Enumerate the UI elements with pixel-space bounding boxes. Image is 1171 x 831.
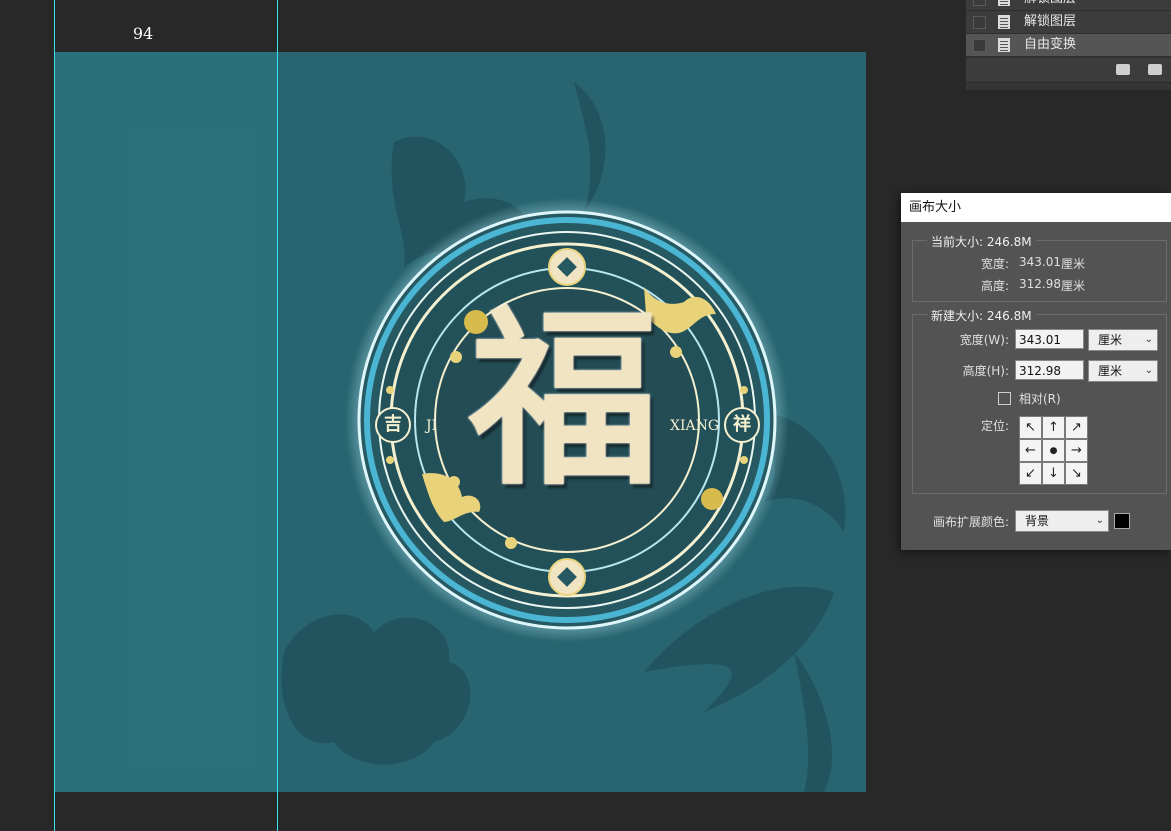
width-unit-select[interactable]: 厘米 ⌄ — [1088, 329, 1158, 351]
panel-resize-grip[interactable] — [966, 82, 1171, 90]
ji-text: JI — [426, 418, 438, 434]
history-item-label: 解锁图层 — [1024, 14, 1077, 29]
anchor-top[interactable]: ↑ — [1042, 416, 1065, 439]
ruler-readout: 94 — [132, 24, 154, 43]
extension-color-select[interactable]: 背景 ⌄ — [1015, 510, 1109, 532]
canvas-size-dialog: 画布大小 当前大小: 246.8M 宽度: 343.01 厘米 高度: 312.… — [901, 193, 1171, 550]
current-height-label: 高度: — [980, 279, 1009, 293]
history-item[interactable]: 解锁图层 — [966, 0, 1171, 11]
chevron-down-icon: ⌄ — [1144, 334, 1153, 345]
apple-bottom-right — [701, 488, 723, 510]
width-unit-value: 厘米 — [1098, 333, 1123, 347]
chevron-down-icon: ⌄ — [1095, 515, 1104, 526]
document-icon — [998, 38, 1010, 52]
cloud-silhouette — [281, 614, 471, 765]
current-size-label: 当前大小: 246.8M — [927, 233, 1036, 250]
extension-color-label: 画布扩展颜色: — [932, 515, 1009, 529]
anchor-grid: ↖ ↑ ↗ ← ● → ↙ ↓ ↘ — [1019, 416, 1088, 485]
snapshot-checkbox[interactable] — [973, 39, 986, 52]
anchor-bottom-right[interactable]: ↘ — [1065, 462, 1088, 485]
coin-top — [548, 248, 586, 286]
current-width-unit: 厘米 — [1061, 257, 1086, 271]
xiang-text: XIANG — [670, 418, 720, 434]
history-item-label: 自由变换 — [1024, 37, 1077, 52]
anchor-top-right[interactable]: ↗ — [1065, 416, 1088, 439]
current-width-label: 宽度: — [980, 257, 1009, 271]
current-width-value: 343.01 — [1019, 255, 1061, 269]
fu-character: 福 — [468, 288, 659, 511]
coin-left-glyph: 吉 — [384, 414, 402, 435]
guide-line-right[interactable] — [277, 0, 278, 831]
history-item[interactable]: 解锁图层 — [966, 11, 1171, 34]
height-unit-select[interactable]: 厘米 ⌄ — [1088, 360, 1158, 382]
document-icon — [998, 0, 1010, 6]
extension-color-value: 背景 — [1025, 514, 1050, 528]
height-input[interactable]: 312.98 — [1015, 360, 1084, 380]
anchor-bottom-left[interactable]: ↙ — [1019, 462, 1042, 485]
anchor-left[interactable]: ← — [1019, 439, 1042, 462]
guide-line-left[interactable] — [54, 0, 55, 831]
current-height-unit: 厘米 — [1061, 279, 1086, 293]
snapshot-checkbox[interactable] — [973, 0, 986, 6]
height-unit-value: 厘米 — [1098, 364, 1123, 378]
anchor-center[interactable]: ● — [1042, 439, 1065, 462]
anchor-bottom[interactable]: ↓ — [1042, 462, 1065, 485]
document-icon — [998, 15, 1010, 29]
anchor-right[interactable]: → — [1065, 439, 1088, 462]
anchor-label: 定位: — [980, 419, 1009, 433]
new-width-label: 宽度(W): — [959, 333, 1009, 347]
extension-color-swatch[interactable] — [1114, 513, 1130, 529]
coin-right-glyph: 祥 — [733, 414, 751, 435]
history-panel: 解锁图层 解锁图层 自由变换 — [965, 0, 1171, 90]
camera-icon[interactable] — [1148, 64, 1162, 75]
relative-checkbox[interactable] — [998, 392, 1011, 405]
anchor-top-left[interactable]: ↖ — [1019, 416, 1042, 439]
snapshot-checkbox[interactable] — [973, 16, 986, 29]
new-size-label: 新建大小: 246.8M — [927, 307, 1036, 324]
marquee-selection[interactable] — [54, 52, 277, 792]
relative-label[interactable]: 相对(R) — [1019, 390, 1061, 407]
width-input[interactable]: 343.01 — [1015, 329, 1084, 349]
new-snapshot-icon[interactable] — [1116, 64, 1130, 75]
coin-bottom — [548, 558, 586, 596]
dialog-title[interactable]: 画布大小 — [901, 193, 1171, 222]
current-height-value: 312.98 — [1019, 277, 1061, 291]
chevron-down-icon: ⌄ — [1144, 365, 1153, 376]
new-height-label: 高度(H): — [962, 364, 1009, 378]
history-item-active[interactable]: 自由变换 — [966, 34, 1171, 57]
history-footer — [966, 57, 1171, 82]
history-item-label: 解锁图层 — [1024, 0, 1076, 10]
